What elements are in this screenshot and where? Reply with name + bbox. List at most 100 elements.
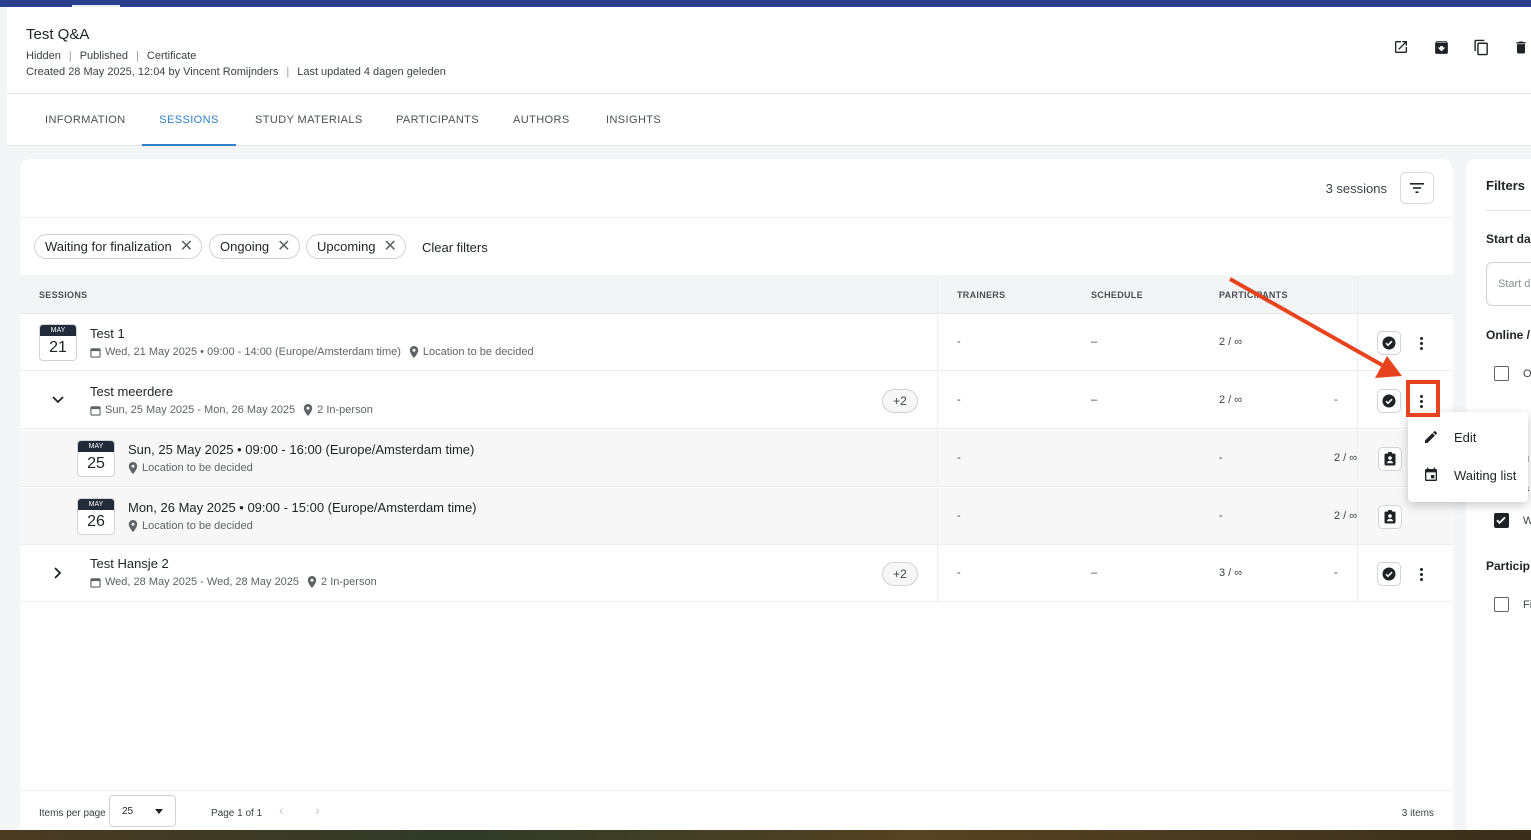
tab-participants[interactable]: PARTICIPANTS [396, 94, 479, 146]
calendar-icon [90, 577, 101, 588]
session-title[interactable]: Test meerdere [90, 384, 173, 399]
schedule-cell: - [1219, 510, 1223, 522]
course-header: Test Q&A Hidden | Published | Certificate Cr… [7, 7, 1531, 94]
menu-item-edit[interactable]: Edit [1408, 418, 1528, 456]
attendance-button[interactable] [1378, 447, 1402, 471]
table-row[interactable]: MAY 25 Sun, 25 May 2025 • 09:00 - 16:00 … [20, 430, 1453, 487]
archive-icon[interactable] [1431, 37, 1451, 57]
chip-label: Waiting for finalization [45, 239, 172, 254]
page-info: Page 1 of 1 [211, 808, 263, 819]
close-icon[interactable]: ✕ [180, 238, 193, 255]
sub-sessions-badge: +2 [882, 389, 918, 413]
participants-cell: 3 / ∞ [1219, 567, 1243, 579]
created-info: Created 28 May 2025, 12:04 by Vincent Ro… [26, 66, 279, 78]
tab-authors[interactable]: AUTHORS [513, 94, 570, 146]
filter-list-icon [1410, 183, 1424, 193]
more-options-icon[interactable] [1413, 391, 1429, 411]
delete-icon[interactable] [1511, 37, 1531, 57]
divider [20, 217, 1453, 218]
online-checkbox[interactable] [1494, 366, 1509, 381]
filter-chip-waiting[interactable]: Waiting for finalization ✕ [34, 234, 203, 259]
items-per-page-select[interactable]: 25 [109, 795, 176, 827]
online-option-label: O [1523, 368, 1531, 380]
session-details: Wed, 28 May 2025 - Wed, 28 May 2025 2 In… [90, 576, 377, 588]
more-options-icon[interactable] [1413, 333, 1429, 353]
participants-checkbox[interactable] [1494, 597, 1509, 612]
session-details: Sun, 25 May 2025 - Mon, 26 May 2025 2 In… [90, 404, 373, 416]
chip-label: Upcoming [317, 239, 376, 254]
start-date-input[interactable]: Start d [1486, 262, 1531, 306]
schedule-cell: – [1091, 394, 1098, 406]
session-title[interactable]: Test 1 [90, 326, 125, 341]
more-options-icon[interactable] [1413, 564, 1429, 584]
location-pin-icon [409, 346, 419, 358]
updated-info: Last updated 4 dagen geleden [297, 66, 446, 78]
schedule-cell: – [1091, 336, 1098, 348]
header-actions [1391, 37, 1531, 57]
table-row[interactable]: MAY 26 Mon, 26 May 2025 • 09:00 - 15:00 … [20, 488, 1453, 545]
waiting-checkbox[interactable] [1494, 513, 1509, 528]
close-icon[interactable]: ✕ [277, 238, 290, 255]
calendar-date-badge: MAY 25 [77, 440, 115, 477]
status-certificate: Certificate [146, 50, 197, 62]
filter-chip-upcoming[interactable]: Upcoming ✕ [306, 234, 406, 259]
copy-icon[interactable] [1471, 37, 1491, 57]
session-title[interactable]: Test Hansje 2 [90, 556, 169, 571]
attendance-button[interactable] [1378, 505, 1402, 529]
filter-button[interactable] [1400, 172, 1434, 204]
menu-item-waiting-list[interactable]: Waiting list [1408, 456, 1528, 494]
participants-cell: 2 / ∞ [1219, 336, 1243, 348]
finalize-button[interactable] [1377, 331, 1401, 355]
check-icon [1496, 516, 1506, 525]
participants-cell: 2 / ∞ [1334, 452, 1357, 464]
check-circle-icon [1382, 394, 1396, 408]
extra-cell: - [1334, 394, 1338, 406]
schedule-cell: – [1091, 567, 1098, 579]
session-title[interactable]: Mon, 26 May 2025 • 09:00 - 15:00 (Europe… [128, 500, 477, 515]
tab-information[interactable]: INFORMATION [45, 94, 126, 146]
table-row[interactable]: MAY 21 Test 1 Wed, 21 May 2025 • 09:00 -… [20, 314, 1453, 371]
divider [1486, 210, 1531, 211]
check-circle-icon [1382, 336, 1396, 350]
finalize-button[interactable] [1377, 389, 1401, 413]
open-external-icon[interactable] [1391, 37, 1411, 57]
assignment-ind-icon [1384, 510, 1396, 524]
filter-chip-ongoing[interactable]: Ongoing ✕ [209, 234, 300, 259]
session-details: Location to be decided [128, 462, 253, 474]
caret-down-icon [155, 809, 163, 814]
course-meta-line: Created 28 May 2025, 12:04 by Vincent Ro… [26, 66, 446, 78]
previous-page-icon[interactable]: ‹ [279, 802, 284, 818]
tab-sessions[interactable]: SESSIONS [142, 94, 236, 146]
calendar-icon [90, 347, 101, 358]
column-trainers: TRAINERS [957, 290, 1006, 300]
table-row[interactable]: Test meerdere Sun, 25 May 2025 - Mon, 26… [20, 372, 1453, 429]
tab-study-materials[interactable]: STUDY MATERIALS [255, 94, 363, 146]
extra-cell: - [1334, 567, 1338, 579]
session-details: Location to be decided [128, 520, 253, 532]
sessions-card: 3 sessions Waiting for finalization ✕ Ong… [20, 159, 1453, 830]
close-icon[interactable]: ✕ [384, 238, 397, 255]
chevron-right-icon[interactable] [48, 563, 68, 583]
table-header: SESSIONS TRAINERS SCHEDULE PARTICIPANTS [20, 275, 1453, 314]
waiting-option-label: W [1523, 515, 1531, 527]
participants-heading: Particip [1486, 559, 1531, 573]
table-row[interactable]: Test Hansje 2 Wed, 28 May 2025 - Wed, 28… [20, 545, 1453, 602]
column-participants: PARTICIPANTS [1219, 290, 1288, 300]
tab-insights[interactable]: INSIGHTS [606, 94, 661, 146]
chevron-down-icon[interactable] [48, 390, 68, 410]
location-pin-icon [128, 520, 138, 532]
status-published: Published [79, 50, 129, 62]
participants-cell: 2 / ∞ [1219, 394, 1243, 406]
location-pin-icon [128, 462, 138, 474]
session-title[interactable]: Sun, 25 May 2025 • 09:00 - 16:00 (Europe… [128, 442, 474, 457]
participants-cell: 2 / ∞ [1334, 510, 1357, 522]
filters-title: Filters [1486, 178, 1526, 193]
participants-option-label: Fi [1523, 599, 1531, 611]
sub-sessions-badge: +2 [882, 562, 918, 586]
assignment-ind-icon [1384, 452, 1396, 466]
finalize-button[interactable] [1377, 562, 1401, 586]
next-page-icon[interactable]: › [315, 802, 320, 818]
trainers-cell: - [957, 452, 961, 464]
column-sessions: SESSIONS [39, 290, 88, 300]
clear-filters-button[interactable]: Clear filters [422, 240, 488, 255]
